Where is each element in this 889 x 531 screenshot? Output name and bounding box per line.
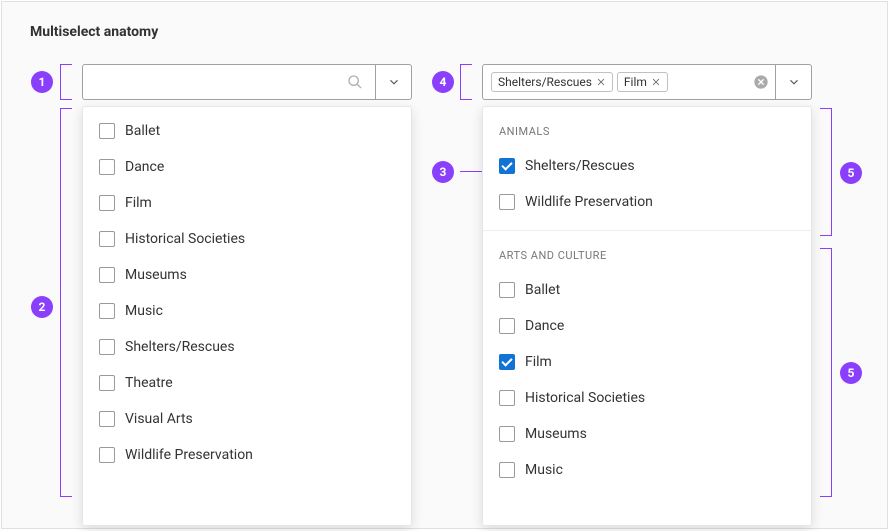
option-row[interactable]: Dance [83, 149, 411, 185]
checkbox[interactable] [99, 411, 115, 427]
checkbox[interactable] [499, 194, 515, 210]
chips-container[interactable]: Shelters/Rescues Film [483, 65, 753, 99]
option-label: Ballet [125, 123, 160, 139]
chip-label: Shelters/Rescues [498, 75, 592, 89]
diagram-title: Multiselect anatomy [30, 24, 158, 40]
multiselect-input-with-chips[interactable]: Shelters/Rescues Film [482, 64, 812, 100]
option-label: Visual Arts [125, 411, 193, 427]
anatomy-badge-5b: 5 [840, 362, 862, 384]
option-label: Music [525, 462, 563, 478]
checkbox[interactable] [99, 303, 115, 319]
dropdown-toggle[interactable] [375, 65, 411, 99]
option-label: Film [125, 195, 152, 211]
option-row[interactable]: Ballet [483, 272, 811, 308]
option-row[interactable]: Film [83, 185, 411, 221]
checkbox[interactable] [499, 282, 515, 298]
option-label: Ballet [525, 282, 560, 298]
option-label: Theatre [125, 375, 173, 391]
checkbox[interactable] [99, 267, 115, 283]
anatomy-badge-3: 3 [432, 161, 454, 183]
search-input-area[interactable] [83, 65, 375, 99]
clear-icon [753, 74, 769, 90]
selected-chip[interactable]: Shelters/Rescues [491, 72, 613, 92]
option-row[interactable]: Historical Societies [83, 221, 411, 257]
option-label: Dance [525, 318, 564, 334]
option-row[interactable]: Museums [483, 416, 811, 452]
anatomy-badge-2: 2 [31, 296, 53, 318]
selected-chip[interactable]: Film [617, 72, 668, 92]
option-label: Dance [125, 159, 164, 175]
multiselect-input-empty[interactable] [82, 64, 412, 100]
checkbox[interactable] [99, 447, 115, 463]
option-row[interactable]: Dance [483, 308, 811, 344]
option-row[interactable]: Historical Societies [483, 380, 811, 416]
checkbox[interactable] [99, 339, 115, 355]
anatomy-badge-5a: 5 [840, 162, 862, 184]
option-label: Shelters/Rescues [525, 158, 635, 174]
checkbox[interactable] [99, 159, 115, 175]
checkbox[interactable] [99, 123, 115, 139]
checkbox[interactable] [99, 375, 115, 391]
option-label: Wildlife Preservation [525, 194, 653, 210]
option-label: Museums [125, 267, 187, 283]
option-label: Film [525, 354, 552, 370]
checkbox[interactable] [499, 354, 515, 370]
option-label: Music [125, 303, 163, 319]
option-row[interactable]: Wildlife Preservation [483, 184, 811, 220]
option-row[interactable]: Shelters/Rescues [83, 329, 411, 365]
search-icon [347, 74, 363, 90]
option-row[interactable]: Theatre [83, 365, 411, 401]
checkbox[interactable] [99, 231, 115, 247]
checkbox[interactable] [499, 426, 515, 442]
option-row[interactable]: Wildlife Preservation [83, 437, 411, 473]
chip-label: Film [624, 75, 647, 89]
checkbox[interactable] [499, 390, 515, 406]
group-header: ARTS AND CULTURE [483, 231, 811, 272]
dropdown-toggle[interactable] [775, 65, 811, 99]
option-label: Wildlife Preservation [125, 447, 253, 463]
option-label: Shelters/Rescues [125, 339, 235, 355]
option-row[interactable]: Ballet [83, 113, 411, 149]
group-header: ANIMALS [483, 107, 811, 148]
option-row[interactable]: Music [83, 293, 411, 329]
clear-all-button[interactable] [753, 65, 769, 99]
chevron-down-icon [387, 75, 401, 89]
chevron-down-icon [787, 75, 801, 89]
close-icon[interactable] [596, 77, 606, 87]
option-row[interactable]: Film [483, 344, 811, 380]
options-panel-flat: Ballet Dance Film Historical Societies Museu… [82, 106, 412, 526]
option-row[interactable]: Visual Arts [83, 401, 411, 437]
option-row[interactable]: Museums [83, 257, 411, 293]
close-icon[interactable] [651, 77, 661, 87]
anatomy-badge-1: 1 [31, 71, 53, 93]
checkbox[interactable] [499, 462, 515, 478]
anatomy-badge-4: 4 [432, 71, 454, 93]
checkbox[interactable] [499, 158, 515, 174]
checkbox[interactable] [99, 195, 115, 211]
checkbox[interactable] [499, 318, 515, 334]
option-row[interactable]: Shelters/Rescues [483, 148, 811, 184]
option-label: Historical Societies [125, 231, 245, 247]
option-label: Museums [525, 426, 587, 442]
option-label: Historical Societies [525, 390, 645, 406]
options-panel-grouped: ANIMALS Shelters/Rescues Wildlife Preserva… [482, 106, 812, 526]
option-row[interactable]: Music [483, 452, 811, 488]
